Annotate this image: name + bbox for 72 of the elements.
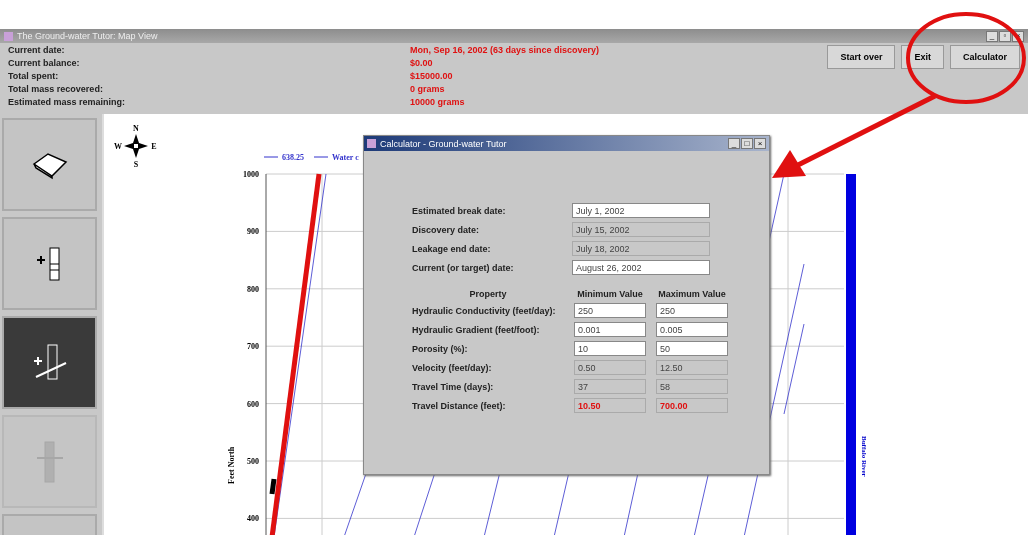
toolbar-button[interactable]: Calculator bbox=[950, 45, 1020, 69]
status-value: $0.00 bbox=[410, 58, 434, 70]
compass-south: S bbox=[133, 159, 139, 169]
window-control[interactable]: × bbox=[1012, 30, 1024, 42]
status-value: Mon, Sep 16, 2002 (63 days since discovery) bbox=[410, 45, 600, 57]
field-label: Discovery date: bbox=[412, 224, 481, 235]
status-label: Estimated mass remaining: bbox=[8, 97, 127, 109]
toolbar-button[interactable]: Exit bbox=[901, 45, 944, 69]
compass-east: E bbox=[151, 141, 157, 151]
property-label: Hydraulic Gradient (feet/foot): bbox=[412, 324, 541, 335]
value-field[interactable]: 12.50 bbox=[656, 360, 728, 375]
axis-tick-label: 600 bbox=[247, 399, 259, 409]
value-field[interactable]: 58 bbox=[656, 379, 728, 394]
field-label: Current (or target) date: bbox=[412, 262, 515, 273]
column-header: Property bbox=[468, 289, 508, 299]
property-label: Hydraulic Conductivity (feet/day): bbox=[412, 305, 557, 316]
window-title: The Ground-water Tutor: Map View bbox=[17, 31, 158, 41]
app-icon bbox=[367, 139, 376, 148]
axis-tick-label: 1000 bbox=[243, 170, 259, 179]
value-field[interactable]: 10 bbox=[574, 341, 646, 356]
date-field[interactable]: July 18, 2002 bbox=[572, 241, 710, 256]
tool-button[interactable] bbox=[2, 217, 97, 310]
window-control[interactable]: × bbox=[754, 138, 766, 149]
value-field[interactable]: 0.005 bbox=[656, 322, 728, 337]
status-label: Current balance: bbox=[8, 58, 81, 70]
property-label: Travel Time (days): bbox=[412, 381, 495, 392]
window-control[interactable]: _ bbox=[986, 30, 998, 42]
compass-west: W bbox=[114, 141, 122, 151]
axis-tick-label: 800 bbox=[247, 284, 259, 294]
legend-line bbox=[313, 156, 329, 158]
value-field[interactable]: 0.001 bbox=[574, 322, 646, 337]
well-marker bbox=[269, 478, 277, 495]
axis-tick-label: 900 bbox=[247, 227, 259, 237]
property-label: Travel Distance (feet): bbox=[412, 400, 507, 411]
value-field[interactable]: 250 bbox=[656, 303, 728, 318]
status-label: Total spent: bbox=[8, 71, 60, 83]
compass-icon bbox=[124, 134, 148, 158]
legend-line bbox=[263, 156, 279, 158]
status-label: Current date: bbox=[8, 45, 66, 57]
axis-tick-label: 500 bbox=[247, 457, 259, 466]
legend-label: 638.25 bbox=[282, 153, 304, 162]
column-header: Maximum Value bbox=[657, 289, 727, 299]
status-label: Total mass recovered: bbox=[8, 84, 104, 96]
value-field[interactable]: 0.50 bbox=[574, 360, 646, 375]
value-field[interactable]: 250 bbox=[574, 303, 646, 318]
column-header: Minimum Value bbox=[576, 289, 644, 299]
app-icon bbox=[4, 31, 13, 41]
window-control[interactable]: ▫ bbox=[999, 30, 1011, 42]
compass-north: N bbox=[133, 123, 139, 133]
status-value: 0 grams bbox=[410, 84, 446, 96]
property-label: Velocity (feet/day): bbox=[412, 362, 493, 373]
legend-label: Water c bbox=[332, 153, 359, 162]
window-control[interactable]: □ bbox=[741, 138, 753, 149]
axis-tick-label: 400 bbox=[247, 514, 259, 524]
date-field[interactable]: August 26, 2002 bbox=[572, 260, 710, 275]
property-label: Porosity (%): bbox=[412, 343, 469, 354]
value-field[interactable]: 50 bbox=[656, 341, 728, 356]
date-field[interactable]: July 15, 2002 bbox=[572, 222, 710, 237]
date-field[interactable]: July 1, 2002 bbox=[572, 203, 710, 218]
toolbar-button[interactable]: Start over bbox=[827, 45, 896, 69]
window-control[interactable]: _ bbox=[728, 138, 740, 149]
dialog-title: Calculator - Ground-water Tutor bbox=[380, 138, 507, 149]
well-icon bbox=[34, 439, 65, 484]
status-value: 10000 grams bbox=[410, 97, 466, 109]
field-label: Estimated break date: bbox=[412, 205, 507, 216]
tool-button[interactable] bbox=[2, 316, 97, 409]
status-value: $15000.00 bbox=[410, 71, 454, 83]
value-field[interactable]: 37 bbox=[574, 379, 646, 394]
axis-label: Feet North bbox=[227, 446, 236, 484]
field-label: Leakage end date: bbox=[412, 243, 492, 254]
axis-tick-label: 700 bbox=[247, 342, 259, 352]
tool-button[interactable] bbox=[2, 118, 97, 211]
